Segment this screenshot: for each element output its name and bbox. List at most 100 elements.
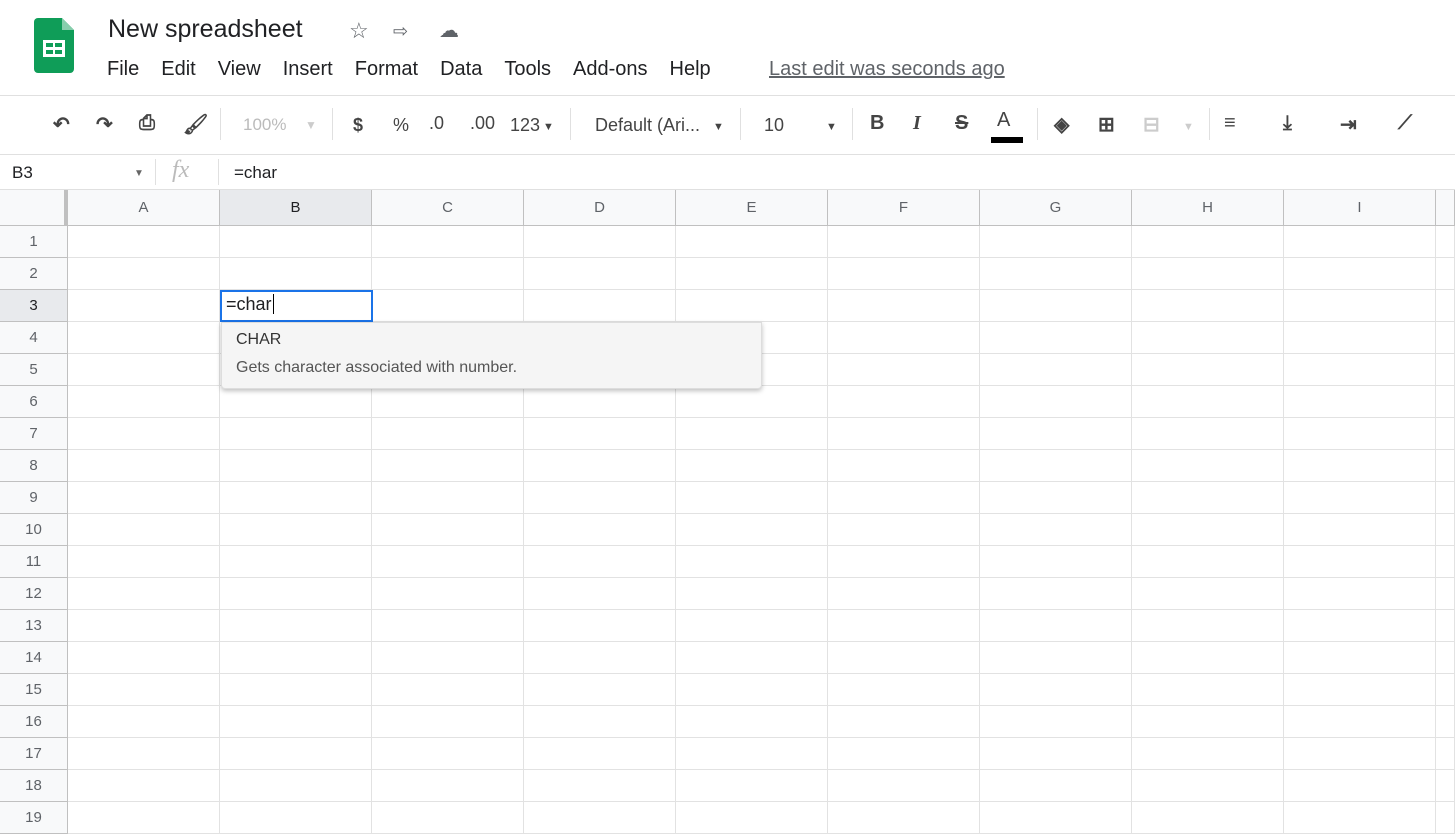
grid-cell[interactable] bbox=[220, 386, 372, 418]
menu-format[interactable]: Format bbox=[355, 58, 418, 81]
column-header-f[interactable]: F bbox=[828, 190, 980, 226]
row-header-2[interactable]: 2 bbox=[0, 258, 68, 290]
row-header-13[interactable]: 13 bbox=[0, 610, 68, 642]
italic-button[interactable]: I bbox=[913, 112, 921, 135]
vertical-align-icon[interactable]: ⤓ bbox=[1283, 112, 1292, 135]
grid-cell[interactable] bbox=[828, 290, 980, 322]
row-header-15[interactable]: 15 bbox=[0, 674, 68, 706]
menu-addons[interactable]: Add-ons bbox=[573, 58, 648, 81]
grid-cell[interactable] bbox=[524, 610, 676, 642]
grid-cell[interactable] bbox=[372, 418, 524, 450]
grid-cell[interactable] bbox=[828, 578, 980, 610]
menu-view[interactable]: View bbox=[218, 58, 261, 81]
grid-cell[interactable] bbox=[828, 322, 980, 354]
grid-cell[interactable] bbox=[1284, 290, 1436, 322]
grid-cell[interactable] bbox=[372, 610, 524, 642]
row-header-10[interactable]: 10 bbox=[0, 514, 68, 546]
grid-cell[interactable] bbox=[524, 738, 676, 770]
grid-cell[interactable] bbox=[1132, 610, 1284, 642]
row-header-4[interactable]: 4 bbox=[0, 322, 68, 354]
grid-cell[interactable] bbox=[1132, 290, 1284, 322]
grid-cell[interactable] bbox=[372, 642, 524, 674]
grid-cell[interactable] bbox=[524, 642, 676, 674]
chevron-down-icon[interactable]: ▼ bbox=[134, 168, 144, 179]
menu-edit[interactable]: Edit bbox=[161, 58, 195, 81]
grid-cell[interactable] bbox=[220, 578, 372, 610]
grid-cell[interactable] bbox=[1284, 674, 1436, 706]
row-header-8[interactable]: 8 bbox=[0, 450, 68, 482]
grid-cell[interactable] bbox=[676, 386, 828, 418]
print-icon[interactable]: ⎙ bbox=[139, 112, 155, 135]
grid-cell[interactable] bbox=[524, 802, 676, 834]
row-header-14[interactable]: 14 bbox=[0, 642, 68, 674]
grid-cell[interactable] bbox=[220, 258, 372, 290]
grid-cell[interactable] bbox=[1132, 514, 1284, 546]
grid-cell[interactable] bbox=[828, 482, 980, 514]
fill-color-icon[interactable]: ◈ bbox=[1054, 112, 1069, 137]
grid-cell[interactable] bbox=[372, 738, 524, 770]
grid-cell[interactable] bbox=[372, 770, 524, 802]
grid-cell[interactable] bbox=[828, 706, 980, 738]
grid-cell[interactable] bbox=[220, 450, 372, 482]
grid-cell[interactable] bbox=[524, 770, 676, 802]
grid-cell[interactable] bbox=[1436, 290, 1455, 322]
grid-cell[interactable] bbox=[372, 386, 524, 418]
grid-cell[interactable] bbox=[980, 514, 1132, 546]
grid-cell[interactable] bbox=[980, 354, 1132, 386]
row-header-1[interactable]: 1 bbox=[0, 226, 68, 258]
column-header-b[interactable]: B bbox=[220, 190, 372, 226]
grid-cell[interactable] bbox=[1132, 482, 1284, 514]
grid-cell[interactable] bbox=[676, 546, 828, 578]
grid-cell[interactable] bbox=[1436, 706, 1455, 738]
grid-cell[interactable] bbox=[1132, 802, 1284, 834]
grid-cell[interactable] bbox=[524, 226, 676, 258]
grid-cell[interactable] bbox=[676, 738, 828, 770]
menu-tools[interactable]: Tools bbox=[504, 58, 551, 81]
grid-cell[interactable] bbox=[68, 578, 220, 610]
grid-cell[interactable] bbox=[68, 258, 220, 290]
grid-cell[interactable] bbox=[676, 514, 828, 546]
redo-icon[interactable]: ↷ bbox=[96, 112, 113, 137]
text-rotation-icon[interactable]: ⟋ bbox=[1398, 112, 1412, 135]
grid-cell[interactable] bbox=[220, 706, 372, 738]
grid-cell[interactable] bbox=[524, 514, 676, 546]
grid-cell[interactable] bbox=[828, 418, 980, 450]
grid-cell[interactable] bbox=[524, 578, 676, 610]
grid-cell[interactable] bbox=[676, 290, 828, 322]
font-size-select[interactable]: 10 bbox=[764, 115, 784, 136]
grid-cell[interactable] bbox=[1132, 706, 1284, 738]
grid-cell[interactable] bbox=[1284, 418, 1436, 450]
grid-cell[interactable] bbox=[372, 450, 524, 482]
autocomplete-popup[interactable]: CHAR Gets character associated with numb… bbox=[221, 322, 762, 389]
grid-cell[interactable] bbox=[372, 706, 524, 738]
menu-file[interactable]: File bbox=[107, 58, 139, 81]
document-title[interactable]: New spreadsheet bbox=[108, 15, 303, 44]
grid-cell[interactable] bbox=[1284, 514, 1436, 546]
grid-cell[interactable] bbox=[980, 290, 1132, 322]
percent-format-button[interactable]: % bbox=[393, 115, 409, 136]
grid-cell[interactable] bbox=[980, 802, 1132, 834]
decrease-decimal-button[interactable]: .0 bbox=[429, 113, 444, 134]
grid-cell[interactable] bbox=[220, 642, 372, 674]
row-header-5[interactable]: 5 bbox=[0, 354, 68, 386]
grid-cell[interactable] bbox=[372, 546, 524, 578]
grid-cell[interactable] bbox=[68, 738, 220, 770]
font-select[interactable]: Default (Ari... bbox=[595, 115, 700, 136]
grid-cell[interactable] bbox=[1132, 258, 1284, 290]
grid-cell[interactable] bbox=[372, 578, 524, 610]
grid-cell[interactable] bbox=[1284, 738, 1436, 770]
grid-cell[interactable] bbox=[68, 226, 220, 258]
star-icon[interactable]: ☆ bbox=[349, 18, 369, 44]
column-header-i[interactable]: I bbox=[1284, 190, 1436, 226]
grid-cell[interactable] bbox=[1284, 386, 1436, 418]
grid-cell[interactable] bbox=[524, 418, 676, 450]
grid-cell[interactable] bbox=[1436, 226, 1455, 258]
grid-cell[interactable] bbox=[524, 546, 676, 578]
grid-cell[interactable] bbox=[676, 642, 828, 674]
grid-cell[interactable] bbox=[1132, 418, 1284, 450]
grid-cell[interactable] bbox=[1284, 258, 1436, 290]
grid-cell[interactable] bbox=[524, 386, 676, 418]
grid-cell[interactable] bbox=[220, 802, 372, 834]
grid-cell[interactable] bbox=[524, 290, 676, 322]
grid-cell[interactable] bbox=[372, 514, 524, 546]
